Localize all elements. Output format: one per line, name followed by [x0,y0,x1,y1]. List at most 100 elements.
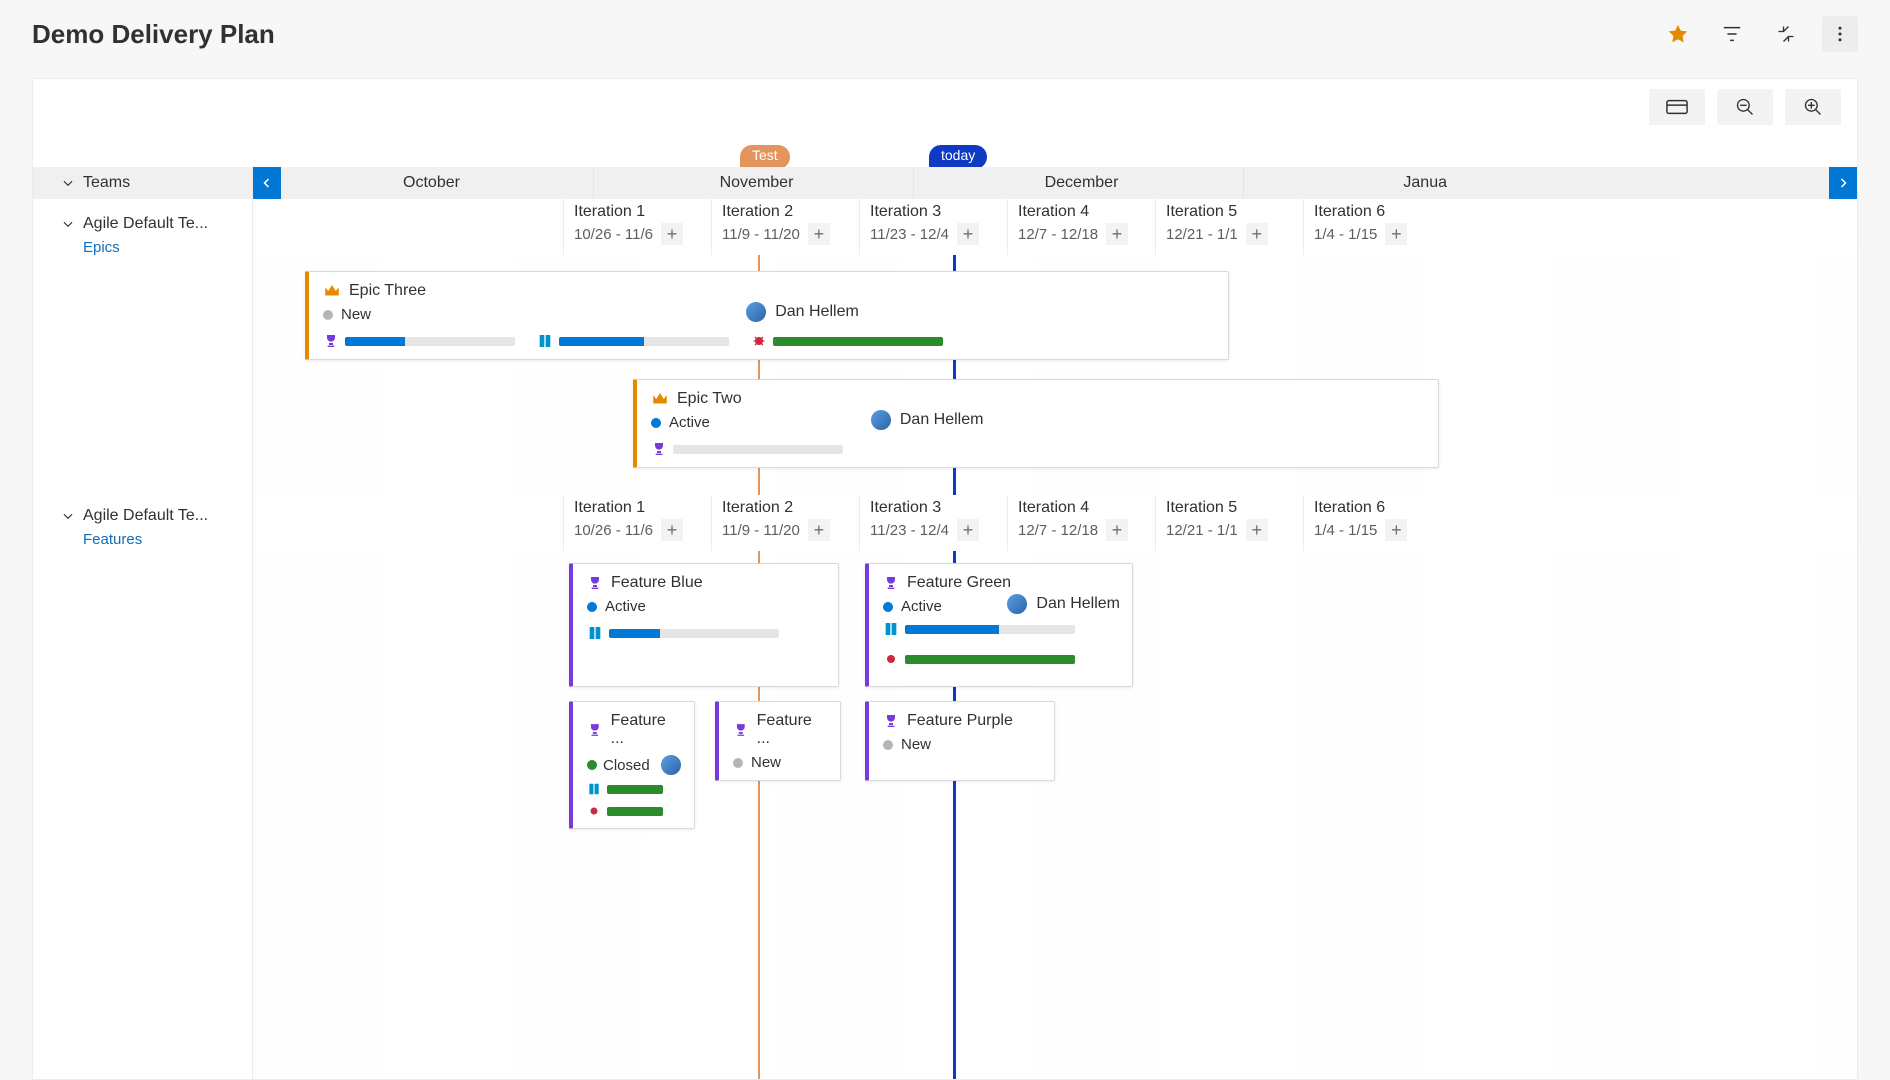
team-row-0[interactable]: Agile Default Te... [61,215,208,233]
card-icon [1666,99,1688,115]
trophy-icon [733,722,749,738]
iteration-title: Iteration 2 [722,203,851,221]
rollup-story [587,625,779,641]
iteration-col-6b[interactable]: Iteration 6 1/4 - 1/15+ [1303,495,1451,551]
trophy-icon [651,441,667,457]
rollup-story [587,782,663,796]
card-status: Closed [603,757,650,774]
iteration-col-2[interactable]: Iteration 2 11/9 - 11/20 + [711,199,859,255]
zoom-out-button[interactable] [1717,89,1773,125]
add-item-button[interactable]: + [808,223,830,245]
filter-button[interactable] [1714,16,1750,52]
card-epic-three[interactable]: Epic Three New Dan Hellem [305,271,1229,360]
iteration-col-1[interactable]: Iteration 1 10/26 - 11/6+ [563,199,711,255]
collapse-button[interactable] [1768,16,1804,52]
team-backlog-link-1[interactable]: Features [83,531,208,548]
iteration-dates: 11/9 - 11/20 [722,226,800,243]
teams-header[interactable]: Teams [33,167,253,199]
marker-test[interactable]: Test [740,145,790,169]
iteration-title: Iteration 4 [1018,203,1147,221]
iteration-col-6[interactable]: Iteration 6 1/4 - 1/15 + [1303,199,1451,255]
iteration-dates: 11/23 - 12/4 [870,226,949,243]
zoom-in-button[interactable] [1785,89,1841,125]
crown-icon [323,282,341,300]
iteration-dates: 11/9 - 11/20 [722,522,800,539]
card-feature-blue[interactable]: Feature Blue Active [569,563,839,687]
fit-to-window-button[interactable] [1649,89,1705,125]
chevron-right-icon [1837,175,1849,191]
card-epic-two[interactable]: Epic Two Active Dan Hellem [633,379,1439,468]
iteration-title: Iteration 5 [1166,203,1295,221]
card-status: Active [605,598,646,615]
avatar [660,754,682,776]
team-row-1[interactable]: Agile Default Te... [61,507,208,525]
book-icon [587,625,603,641]
iteration-col-4b[interactable]: Iteration 4 12/7 - 12/18+ [1007,495,1155,551]
iteration-dates: 1/4 - 1/15 [1314,226,1377,243]
add-item-button[interactable]: + [808,519,830,541]
book-icon [883,621,899,637]
marker-today[interactable]: today [929,145,987,169]
add-item-button[interactable]: + [661,223,683,245]
card-feature-green[interactable]: Feature Green Active Dan Hellem [865,563,1133,687]
chevron-down-icon [61,176,75,190]
rollup-bug [883,651,1075,667]
iteration-dates: 12/7 - 12/18 [1018,226,1098,243]
iteration-title: Iteration 1 [574,203,703,221]
rollup-story [883,621,1075,637]
add-item-button[interactable]: + [1385,519,1407,541]
zoom-out-icon [1735,97,1755,117]
add-item-button[interactable]: + [1246,519,1268,541]
more-button[interactable] [1822,16,1858,52]
add-item-button[interactable]: + [1106,223,1128,245]
add-item-button[interactable]: + [1246,223,1268,245]
more-vertical-icon [1830,24,1850,44]
status-dot [883,740,893,750]
collapse-icon [1776,24,1796,44]
iteration-col-5[interactable]: Iteration 5 12/21 - 1/1+ [1155,199,1303,255]
iteration-col-3[interactable]: Iteration 3 11/23 - 12/4+ [859,199,1007,255]
assignee-name: Dan Hellem [1036,595,1120,613]
iteration-col-3b[interactable]: Iteration 3 11/23 - 12/4 + [859,495,1007,551]
add-item-button[interactable]: + [957,223,979,245]
favorite-button[interactable] [1660,16,1696,52]
bug-icon [883,651,899,667]
rollup-feature [323,333,515,349]
status-dot [733,758,743,768]
avatar [1006,593,1028,615]
iteration-col-4[interactable]: Iteration 4 12/7 - 12/18 + [1007,199,1155,255]
book-icon [537,333,553,349]
chevron-left-icon [261,175,273,191]
card-status: New [341,306,371,323]
iteration-dates: 11/23 - 12/4 [870,522,949,539]
card-feature-closed[interactable]: Feature ... Closed [569,701,695,829]
iteration-col-5b[interactable]: Iteration 5 12/21 - 1/1+ [1155,495,1303,551]
status-dot [323,310,333,320]
teams-header-label: Teams [83,174,130,192]
card-title: Epic Two [677,390,742,408]
iteration-title: Iteration 3 [870,499,999,517]
add-item-button[interactable]: + [1106,519,1128,541]
book-icon [587,782,601,796]
add-item-button[interactable]: + [957,519,979,541]
add-item-button[interactable]: + [1385,223,1407,245]
trophy-icon [883,575,899,591]
card-feature-purple[interactable]: Feature Purple New [865,701,1055,781]
card-feature-new[interactable]: Feature ... New [715,701,841,781]
scroll-right-button[interactable] [1829,167,1857,199]
add-item-button[interactable]: + [661,519,683,541]
assignee-name: Dan Hellem [775,303,859,321]
rollup-feature [651,441,843,457]
card-title: Feature Purple [907,712,1013,730]
trophy-icon [587,575,603,591]
team-backlog-link-0[interactable]: Epics [83,239,208,256]
iteration-col-1b[interactable]: Iteration 1 10/26 - 11/6+ [563,495,711,551]
status-dot [587,760,597,770]
filter-icon [1721,23,1743,45]
iteration-title: Iteration 6 [1314,203,1443,221]
avatar [870,409,892,431]
card-title: Feature Blue [611,574,703,592]
trophy-icon [323,333,339,349]
scroll-left-button[interactable] [253,167,281,199]
iteration-col-2b[interactable]: Iteration 2 11/9 - 11/20+ [711,495,859,551]
